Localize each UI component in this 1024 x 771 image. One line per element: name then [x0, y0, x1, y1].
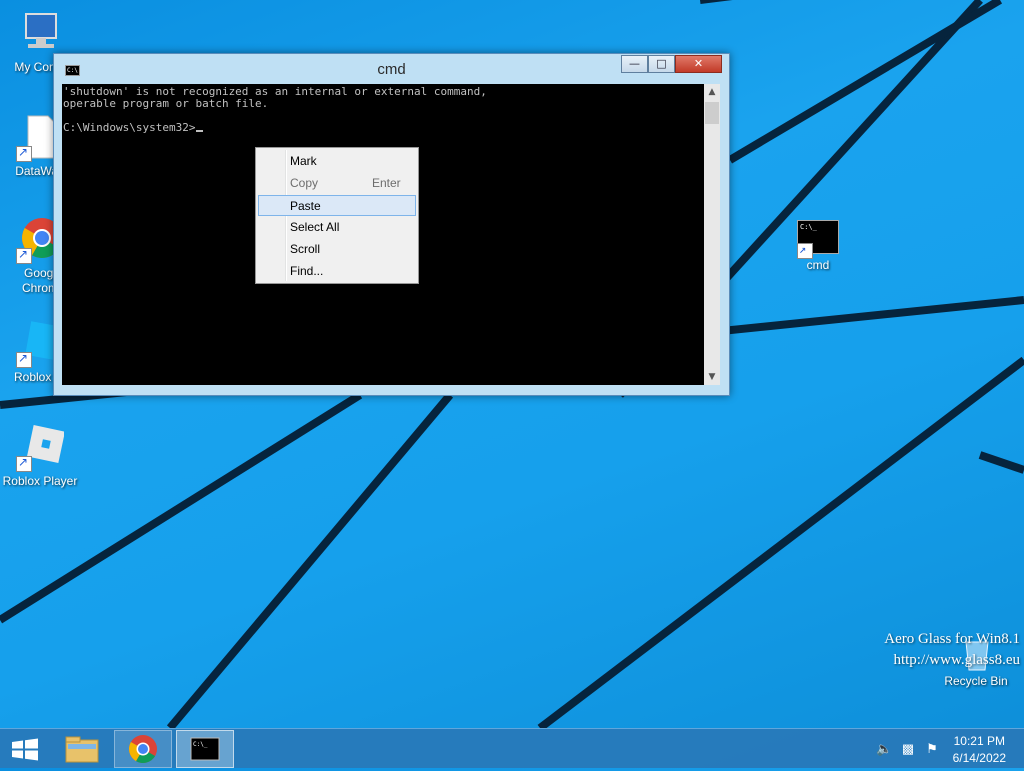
title-bar[interactable]: C:\ cmd — □ ✕ [54, 54, 729, 84]
scroll-up-arrow-icon[interactable]: ▲ [704, 84, 720, 100]
console-line: operable program or batch file. [63, 97, 269, 110]
taskbar-file-explorer[interactable] [56, 730, 106, 768]
desktop: My Comp DataWag Googl Chrom Roblox St [0, 0, 1024, 728]
menu-item-find[interactable]: Find... [258, 261, 416, 282]
aero-glass-watermark: Aero Glass for Win8.1 http://www.glass8.… [884, 629, 1020, 671]
start-button[interactable] [0, 730, 50, 768]
menu-item-label: Select All [290, 220, 340, 234]
clock-time: 10:21 PM [953, 734, 1005, 748]
menu-item-label: Mark [290, 154, 317, 168]
desktop-icon-cmd[interactable]: C:\_ cmd [778, 220, 858, 273]
shortcut-arrow-icon [16, 455, 32, 472]
system-tray: 🔈 ▩ ⚑ 10:21 PM 6/14/2022 [864, 729, 1024, 769]
scroll-thumb[interactable] [705, 102, 719, 124]
watermark-line-1: Aero Glass for Win8.1 [884, 631, 1020, 647]
menu-item-label: Scroll [290, 242, 321, 256]
desktop-icon-roblox-player[interactable]: Roblox Player [0, 424, 80, 489]
menu-item-label: Copy [290, 176, 319, 190]
maximize-icon: □ [656, 57, 667, 70]
windows-logo-icon [12, 738, 38, 761]
file-explorer-icon [65, 736, 99, 763]
menu-item-label: Find... [290, 264, 324, 278]
scroll-down-arrow-icon[interactable]: ▼ [704, 369, 720, 385]
maximize-button[interactable]: □ [648, 55, 675, 73]
shortcut-arrow-icon [16, 247, 32, 264]
minimize-icon: — [629, 57, 640, 70]
desktop-icon-label: Roblox Player [2, 474, 78, 488]
clock[interactable]: 10:21 PM 6/14/2022 [953, 733, 1006, 767]
desktop-icon-label: cmd [806, 258, 830, 272]
computer-icon [16, 10, 64, 58]
taskbar-chrome[interactable] [114, 730, 172, 768]
svg-text:C:\_: C:\_ [193, 741, 208, 748]
menu-item-label: Paste [290, 199, 321, 213]
cmd-icon: C:\_ [190, 737, 220, 761]
shortcut-arrow-icon [16, 145, 32, 162]
close-icon: ✕ [693, 57, 704, 70]
shortcut-arrow-icon [797, 242, 813, 259]
desktop-icon-label: Recycle Bin [944, 674, 1008, 688]
menu-item-mark[interactable]: Mark [258, 151, 416, 172]
console-prompt: C:\Windows\system32> [63, 121, 196, 134]
roblox-player-icon [16, 424, 65, 472]
minimize-button[interactable]: — [621, 55, 648, 73]
shortcut-arrow-icon [16, 351, 32, 368]
menu-item-scroll[interactable]: Scroll [258, 239, 416, 260]
context-menu: Mark Copy Enter Paste Select All Scroll … [255, 147, 419, 284]
clock-date: 6/14/2022 [952, 751, 1006, 765]
text-cursor [196, 130, 204, 132]
volume-muted-icon[interactable]: 🔈 [876, 742, 892, 756]
cmd-icon: C:\_ [797, 220, 839, 259]
close-button[interactable]: ✕ [675, 55, 722, 73]
console-prompt-line: C:\Windows\system32> [63, 121, 204, 134]
menu-item-shortcut: Enter [372, 176, 401, 190]
chrome-icon [129, 735, 157, 763]
action-center-icon[interactable]: ⚑ [924, 742, 940, 756]
menu-item-copy[interactable]: Copy Enter [258, 173, 416, 194]
menu-item-paste[interactable]: Paste [258, 195, 416, 216]
taskbar: C:\_ 🔈 ▩ ⚑ 10:21 PM 6/14/2022 [0, 728, 1024, 768]
taskbar-cmd[interactable]: C:\_ [176, 730, 234, 768]
vertical-scrollbar[interactable]: ▲ ▼ [704, 84, 720, 385]
watermark-line-2: http://www.glass8.eu [893, 652, 1020, 668]
network-icon[interactable]: ▩ [900, 742, 916, 756]
menu-item-select-all[interactable]: Select All [258, 217, 416, 238]
